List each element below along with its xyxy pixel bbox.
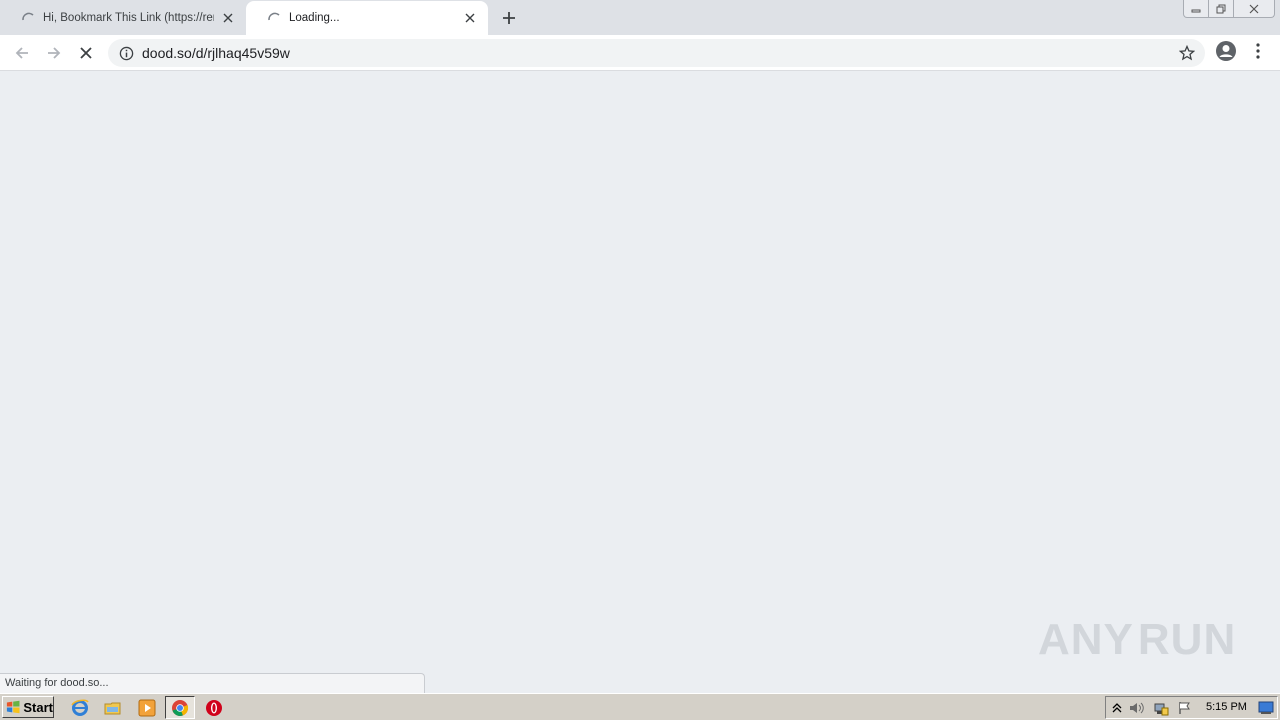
watermark-text-right: RUN	[1137, 615, 1237, 664]
tab-title: Hi, Bookmark This Link (https://rentr	[43, 11, 214, 24]
internet-explorer-icon[interactable]	[70, 698, 90, 718]
show-hidden-icons-icon[interactable]	[1109, 700, 1125, 716]
address-bar[interactable]: dood.so/d/rjlhaq45v59w	[108, 39, 1205, 67]
explorer-folder-icon[interactable]	[103, 698, 123, 718]
opera-icon[interactable]	[204, 698, 224, 718]
bookmark-star-icon[interactable]	[1179, 45, 1195, 61]
show-desktop-icon[interactable]	[1258, 700, 1274, 716]
watermark-text-left: ANY	[1038, 615, 1134, 664]
browser-toolbar: dood.so/d/rjlhaq45v59w	[0, 35, 1280, 71]
tab-active[interactable]: Loading...	[246, 1, 488, 35]
taskbar-clock[interactable]: 5:15 PM	[1206, 701, 1247, 713]
media-player-icon[interactable]	[137, 698, 157, 718]
start-label: Start	[23, 699, 53, 715]
stop-x-icon	[80, 47, 92, 59]
minimize-icon	[1191, 9, 1201, 12]
chrome-icon[interactable]	[165, 696, 195, 719]
more-vert-icon	[1256, 43, 1260, 59]
volume-icon[interactable]	[1129, 700, 1145, 716]
status-bubble: Waiting for dood.so...	[0, 673, 425, 693]
start-button[interactable]: Start	[2, 696, 54, 718]
network-icon[interactable]	[1153, 700, 1169, 716]
arrow-left-icon	[15, 47, 28, 59]
back-button[interactable]	[8, 39, 36, 67]
plus-icon	[503, 12, 515, 24]
minimize-button[interactable]	[1183, 0, 1209, 18]
forward-button[interactable]	[40, 39, 68, 67]
loading-spinner-icon	[268, 12, 280, 21]
new-tab-button[interactable]	[499, 8, 519, 28]
stop-loading-button[interactable]	[72, 39, 100, 67]
arrow-right-icon	[48, 47, 61, 59]
anyrun-watermark: ANY RUN	[1038, 608, 1237, 672]
windows-logo-icon	[6, 700, 20, 714]
system-tray: 5:15 PM	[1105, 696, 1278, 719]
restore-icon	[1216, 4, 1226, 13]
action-center-flag-icon[interactable]	[1177, 700, 1193, 716]
tab-title: Loading...	[289, 12, 340, 24]
tab-inactive[interactable]: Hi, Bookmark This Link (https://rentr	[0, 0, 246, 35]
page-content	[0, 72, 1280, 692]
restore-button[interactable]	[1208, 0, 1234, 18]
address-url: dood.so/d/rjlhaq45v59w	[142, 45, 290, 61]
close-window-button[interactable]	[1233, 0, 1275, 18]
loading-spinner-icon	[22, 12, 34, 20]
tab-strip: Hi, Bookmark This Link (https://rentr Lo…	[0, 0, 1280, 35]
browser-menu-button[interactable]	[1250, 39, 1266, 63]
close-icon	[1249, 4, 1259, 13]
profile-avatar-icon[interactable]	[1214, 39, 1238, 63]
close-tab-icon[interactable]	[220, 10, 236, 26]
windows-taskbar: Start 5:15 PM	[0, 693, 1280, 720]
close-tab-icon[interactable]	[462, 10, 478, 26]
info-icon[interactable]	[118, 45, 134, 61]
